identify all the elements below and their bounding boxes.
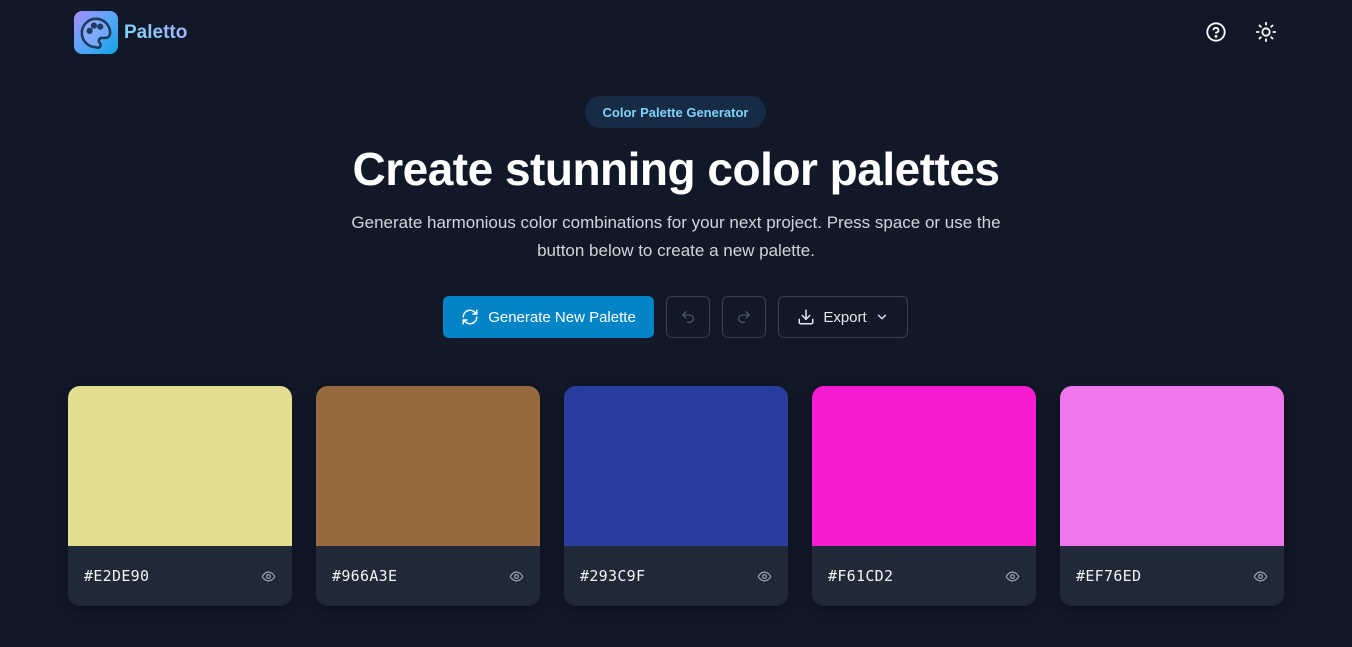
page-title: Create stunning color palettes — [352, 143, 1000, 195]
palette-icon — [74, 11, 118, 54]
color-swatch[interactable] — [564, 386, 788, 546]
eye-icon[interactable] — [508, 568, 524, 584]
card-footer: #293C9F — [564, 546, 788, 606]
chevron-down-icon — [875, 310, 889, 324]
hex-code[interactable]: #E2DE90 — [84, 567, 149, 585]
help-circle-icon[interactable] — [1204, 20, 1228, 44]
eye-icon[interactable] — [756, 568, 772, 584]
sun-icon[interactable] — [1254, 20, 1278, 44]
brand-logo[interactable]: Paletto — [74, 11, 187, 54]
color-card[interactable]: #E2DE90 — [68, 386, 292, 606]
color-card[interactable]: #966A3E — [316, 386, 540, 606]
hex-code[interactable]: #F61CD2 — [828, 567, 893, 585]
redo-button[interactable] — [722, 296, 766, 338]
hero-badge: Color Palette Generator — [585, 96, 766, 128]
generate-label: Generate New Palette — [488, 308, 636, 326]
color-swatch[interactable] — [68, 386, 292, 546]
generate-palette-button[interactable]: Generate New Palette — [443, 296, 654, 338]
eye-icon[interactable] — [260, 568, 276, 584]
hex-code[interactable]: #966A3E — [332, 567, 397, 585]
undo-icon — [680, 309, 696, 325]
color-card[interactable]: #EF76ED — [1060, 386, 1284, 606]
page-subtitle: Generate harmonious color combinations f… — [351, 213, 1001, 260]
hex-code[interactable]: #EF76ED — [1076, 567, 1141, 585]
export-button[interactable]: Export — [778, 296, 908, 338]
card-footer: #F61CD2 — [812, 546, 1036, 606]
app-header: Paletto — [0, 0, 1352, 64]
eye-icon[interactable] — [1252, 568, 1268, 584]
color-card[interactable]: #F61CD2 — [812, 386, 1036, 606]
refresh-icon — [461, 308, 479, 326]
color-card[interactable]: #293C9F — [564, 386, 788, 606]
card-footer: #E2DE90 — [68, 546, 292, 606]
palette-cards: #E2DE90 #966A3E #293C9F #F61CD2 #EF76ED — [68, 386, 1284, 606]
redo-icon — [736, 309, 752, 325]
export-label: Export — [823, 308, 867, 326]
color-swatch[interactable] — [1060, 386, 1284, 546]
color-swatch[interactable] — [316, 386, 540, 546]
download-icon — [797, 308, 815, 326]
eye-icon[interactable] — [1004, 568, 1020, 584]
color-swatch[interactable] — [812, 386, 1036, 546]
hex-code[interactable]: #293C9F — [580, 567, 645, 585]
brand-name: Paletto — [124, 21, 188, 43]
card-footer: #EF76ED — [1060, 546, 1284, 606]
card-footer: #966A3E — [316, 546, 540, 606]
undo-button[interactable] — [666, 296, 710, 338]
